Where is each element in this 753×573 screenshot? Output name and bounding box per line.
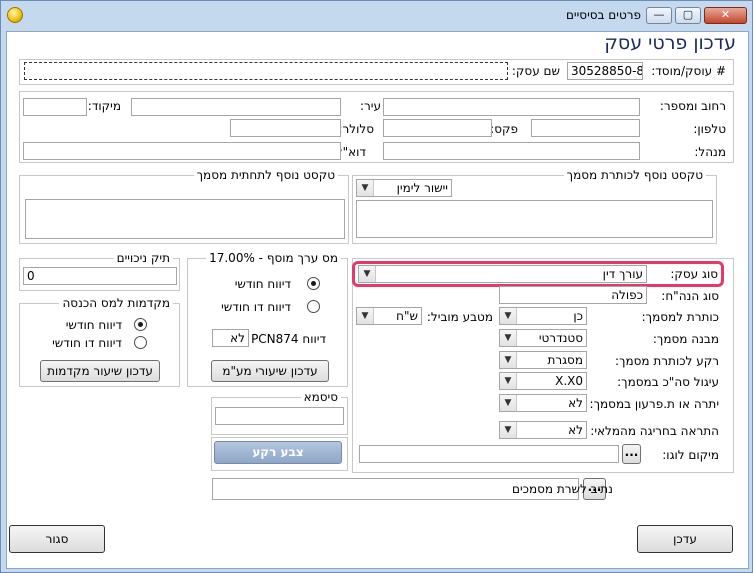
advances-bimonthly-radio[interactable] <box>134 336 147 349</box>
email-field[interactable] <box>23 142 341 160</box>
chevron-down-icon: ▼ <box>359 266 376 282</box>
vat-monthly-label: דיווח חודשי <box>234 277 291 291</box>
stock-warning-label: התראה בחריגה מהמלאי: <box>590 424 719 438</box>
password-title: סיסמא <box>300 390 341 404</box>
chevron-down-icon: ▼ <box>357 308 374 324</box>
fax-field[interactable] <box>383 119 492 137</box>
vat-title: מס ערך מוסף - 17.00% <box>206 251 341 265</box>
stock-warning-select[interactable]: לא ▼ <box>499 421 587 439</box>
vat-bimonthly-label: דיווח דו חודשי <box>221 300 291 314</box>
header-text-field[interactable] <box>356 200 713 238</box>
vat-monthly-radio[interactable] <box>307 277 320 290</box>
chevron-down-icon: ▼ <box>500 422 517 438</box>
window-title: פרטים בסיסיים <box>565 8 641 22</box>
currency-select[interactable]: ש"ח ▼ <box>356 307 422 325</box>
update-advances-button[interactable]: עדכון שיעור מקדמות <box>40 360 160 382</box>
fax-label: פקס: <box>490 122 518 136</box>
header-bg-label: רקע לכותרת מסמך: <box>615 354 719 368</box>
logo-browse-button[interactable]: ... <box>622 444 641 464</box>
rounding-select[interactable]: X.X0 ▼ <box>499 372 587 390</box>
vat-pcn-field[interactable]: לא <box>212 329 249 347</box>
footer-text-field[interactable] <box>25 199 345 239</box>
manager-label: מנהל: <box>694 145 726 159</box>
footer-text-title: טקסט נוסף לתחתית מסמך <box>193 168 338 182</box>
paint-background-button[interactable]: צבע רקע <box>214 441 342 464</box>
minimize-icon: — <box>653 8 665 21</box>
vat-pcn-label: דיווח PCN874 <box>251 332 326 346</box>
title-bar: פרטים בסיסיים — ▢ ✕ <box>1 1 753 31</box>
zip-field[interactable] <box>23 98 87 116</box>
update-vat-button[interactable]: עדכון שיעורי מע"מ <box>211 360 329 382</box>
chevron-down-icon: ▼ <box>500 373 517 389</box>
bookkeeping-field[interactable]: כפולה <box>499 286 647 304</box>
chevron-down-icon: ▼ <box>500 308 517 324</box>
chevron-down-icon: ▼ <box>500 330 517 346</box>
update-button[interactable]: עדכן <box>637 525 733 553</box>
phone-field[interactable] <box>531 119 640 137</box>
close-button[interactable]: סגור <box>9 525 105 553</box>
page-title: עדכון פרטי עסק <box>604 32 736 54</box>
mobile-label: סלולר: <box>338 122 374 136</box>
chevron-down-icon: ▼ <box>357 180 374 196</box>
balance-label: יתרה או ת.פרעון במסמך: <box>589 397 719 411</box>
close-icon: ✕ <box>720 8 731 21</box>
header-align-select[interactable]: יישור לימין ▼ <box>356 179 452 197</box>
client-area: עדכון פרטי עסק # עוסק/מוסד: 30528850-8 ש… <box>6 31 749 569</box>
logo-label: מיקום לוגו: <box>662 448 719 462</box>
chevron-down-icon: ▼ <box>500 395 517 411</box>
mobile-field[interactable] <box>230 119 341 137</box>
doc-header-label: כותרת למסמך: <box>641 310 719 324</box>
close-window-button[interactable]: ✕ <box>704 7 747 24</box>
deductions-field[interactable]: 0 <box>23 267 177 285</box>
header-text-title: טקסט נוסף לכותרת מסמך <box>563 168 706 182</box>
advances-monthly-label: דיווח חודשי <box>65 318 122 332</box>
business-id-field[interactable]: 30528850-8 <box>567 62 643 80</box>
street-label: רחוב ומספר: <box>659 99 726 113</box>
header-bg-select[interactable]: מסגרת ▼ <box>499 351 587 369</box>
business-name-field[interactable] <box>24 62 508 80</box>
advances-bimonthly-label: דיווח דו חודשי <box>52 336 122 350</box>
business-id-label: # עוסק/מוסד: <box>651 64 726 78</box>
vat-bimonthly-radio[interactable] <box>307 300 320 313</box>
advances-monthly-radio[interactable] <box>134 318 147 331</box>
balance-select[interactable]: לא ▼ <box>499 394 587 412</box>
business-type-select[interactable]: עורך דין ▼ <box>358 265 647 283</box>
street-field[interactable] <box>383 98 640 116</box>
maximize-icon: ▢ <box>682 8 694 21</box>
deductions-title: תיק ניכויים <box>113 251 173 265</box>
doc-header-select[interactable]: כן ▼ <box>499 307 587 325</box>
doc-structure-label: מבנה מסמך: <box>652 332 719 346</box>
phone-label: טלפון: <box>693 122 726 136</box>
business-name-label: שם עסק: <box>511 64 560 78</box>
zip-label: מיקוד: <box>87 99 121 113</box>
city-field[interactable] <box>131 98 341 116</box>
currency-label: מטבע מוביל: <box>426 310 493 324</box>
app-logo-icon <box>7 7 23 23</box>
chevron-down-icon: ▼ <box>500 352 517 368</box>
manager-field[interactable] <box>383 142 640 160</box>
app-window: פרטים בסיסיים — ▢ ✕ עדכון פרטי עסק # עוס… <box>0 0 753 573</box>
minimize-button[interactable]: — <box>646 7 672 24</box>
city-label: עיר: <box>359 99 381 113</box>
rounding-label: עיגול סה"כ במסמך: <box>617 375 719 389</box>
advances-title: מקדמות למס הכנסה <box>59 296 173 310</box>
password-field[interactable] <box>215 407 344 425</box>
business-type-label: סוג עסק: <box>670 267 718 281</box>
doc-structure-select[interactable]: סטנדרטי ▼ <box>499 329 587 347</box>
maximize-button[interactable]: ▢ <box>675 7 701 24</box>
logo-path-field[interactable] <box>359 445 619 463</box>
bookkeeping-label: סוג הנה"ח: <box>661 289 719 303</box>
docs-path-label: נתיב לשרת מסמכים <box>511 482 613 496</box>
